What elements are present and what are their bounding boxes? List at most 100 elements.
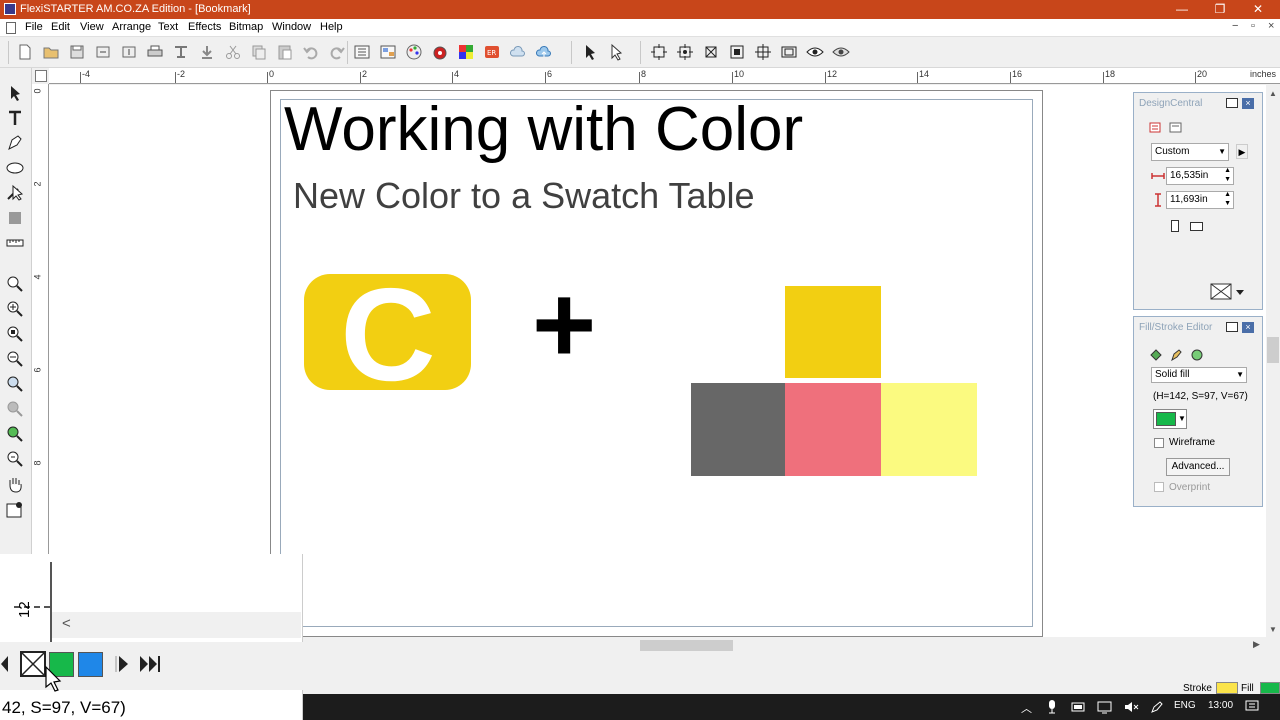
- pen-tool-icon[interactable]: [5, 133, 25, 153]
- zoom-fit-icon[interactable]: [780, 43, 798, 61]
- swatch-gray[interactable]: [691, 383, 785, 476]
- copy-icon[interactable]: [250, 43, 268, 61]
- wireframe-eye-icon[interactable]: [832, 43, 850, 61]
- menu-help[interactable]: Help: [320, 21, 343, 33]
- portrait-icon[interactable]: [1171, 220, 1179, 232]
- blue-color-swatch[interactable]: [78, 652, 103, 677]
- volume-icon[interactable]: [1123, 700, 1139, 714]
- fill-color-indicator[interactable]: [1260, 682, 1280, 694]
- horizontal-scroll-thumb[interactable]: [640, 640, 733, 651]
- zoom-selected-icon[interactable]: [5, 424, 25, 444]
- zoom-media-icon[interactable]: [754, 43, 772, 61]
- clock[interactable]: 13:00: [1208, 700, 1233, 711]
- redo-icon[interactable]: [328, 43, 346, 61]
- swatch-pink[interactable]: [785, 383, 881, 476]
- mdi-close-icon[interactable]: ×: [1268, 20, 1274, 32]
- minimize-button[interactable]: —: [1162, 0, 1202, 19]
- panel-minimize-icon[interactable]: [1226, 322, 1238, 332]
- node-select-icon[interactable]: [607, 43, 625, 61]
- import-icon[interactable]: [94, 43, 112, 61]
- scroll-left-icon[interactable]: <: [62, 615, 71, 632]
- advanced-button[interactable]: Advanced...: [1166, 458, 1230, 476]
- pan-hand-icon[interactable]: [5, 474, 25, 494]
- select-arrow-icon[interactable]: [581, 43, 599, 61]
- menu-window[interactable]: Window: [272, 21, 311, 33]
- overprint-checkbox[interactable]: [1154, 482, 1164, 492]
- paste-icon[interactable]: [276, 43, 294, 61]
- zoom-out-icon[interactable]: [5, 349, 25, 369]
- scroll-up-icon[interactable]: ▲: [1269, 89, 1277, 98]
- pointer-tool-icon[interactable]: [5, 83, 25, 103]
- microphone-icon[interactable]: [1046, 699, 1058, 715]
- ellipse-tool-icon[interactable]: [5, 158, 25, 178]
- zoom-in-icon[interactable]: [5, 299, 25, 319]
- menu-text[interactable]: Text: [158, 21, 178, 33]
- stroke-pen-icon[interactable]: [1169, 348, 1183, 362]
- eyedropper-tool-icon[interactable]: [5, 500, 25, 520]
- swatch-light-yellow[interactable]: [881, 383, 977, 476]
- preset-next-icon[interactable]: ▶: [1236, 144, 1248, 159]
- cloud-icon[interactable]: [509, 43, 527, 61]
- measure-tool-icon[interactable]: [5, 233, 25, 253]
- vertical-scrollbar[interactable]: ▲ ▼: [1266, 85, 1280, 637]
- wireframe-checkbox[interactable]: [1154, 438, 1164, 448]
- cut-contour-icon[interactable]: [172, 43, 190, 61]
- menu-bitmap[interactable]: Bitmap: [229, 21, 263, 33]
- document-setup-icon[interactable]: [1169, 121, 1183, 135]
- pen-input-icon[interactable]: [1149, 700, 1165, 714]
- scroll-down-icon[interactable]: ▼: [1269, 625, 1277, 634]
- fill-color-picker[interactable]: ▼: [1153, 409, 1187, 429]
- width-input[interactable]: 16,535in ▲ ▼: [1166, 167, 1234, 185]
- panel-close-icon[interactable]: ×: [1242, 98, 1254, 109]
- scissors-icon[interactable]: [224, 43, 242, 61]
- page-setup-icon[interactable]: [1149, 121, 1163, 135]
- battery-icon[interactable]: [1071, 700, 1087, 714]
- subheading-text[interactable]: New Color to a Swatch Table: [293, 175, 755, 217]
- text-tool-icon[interactable]: [5, 108, 25, 128]
- ruler-origin[interactable]: [35, 70, 47, 82]
- fill-tool-icon[interactable]: [5, 208, 25, 228]
- mdi-minimize-icon[interactable]: −: [1232, 20, 1238, 32]
- palette-last-icon[interactable]: [138, 654, 164, 674]
- notifications-icon[interactable]: [1245, 700, 1259, 714]
- network-icon[interactable]: [1097, 700, 1113, 714]
- preset-select[interactable]: Custom ▼: [1151, 143, 1229, 161]
- vertical-scroll-thumb[interactable]: [1267, 337, 1279, 363]
- height-input[interactable]: 11,693in ▲ ▼: [1166, 191, 1234, 209]
- effect-icon[interactable]: [1190, 348, 1204, 362]
- menu-arrange[interactable]: Arrange: [112, 21, 151, 33]
- restore-button[interactable]: ❐: [1200, 0, 1240, 19]
- new-document-icon[interactable]: [16, 43, 34, 61]
- c-logo-shape[interactable]: C: [304, 274, 471, 390]
- zoom-box-icon[interactable]: [650, 43, 668, 61]
- palette-scroll-track[interactable]: <: [52, 612, 301, 638]
- zoom-previous-icon[interactable]: [5, 399, 25, 419]
- undo-icon[interactable]: [302, 43, 320, 61]
- plus-sign[interactable]: +: [532, 270, 596, 380]
- none-color-swatch[interactable]: [20, 651, 46, 677]
- menu-file[interactable]: File: [25, 21, 43, 33]
- export-icon[interactable]: [120, 43, 138, 61]
- no-fill-dropdown-icon[interactable]: [1210, 282, 1246, 302]
- menu-view[interactable]: View: [80, 21, 104, 33]
- tray-expand-icon[interactable]: ︿: [1021, 700, 1032, 716]
- zoom-page-icon[interactable]: [676, 43, 694, 61]
- er-icon[interactable]: ER: [483, 43, 501, 61]
- palette-next-icon[interactable]: [113, 654, 133, 674]
- send-icon[interactable]: [198, 43, 216, 61]
- palette-prev-icon[interactable]: [0, 654, 10, 674]
- save-icon[interactable]: [68, 43, 86, 61]
- close-button[interactable]: ✕: [1238, 0, 1278, 19]
- print-icon[interactable]: [146, 43, 164, 61]
- panel-close-icon[interactable]: ×: [1242, 322, 1254, 333]
- landscape-icon[interactable]: [1190, 222, 1203, 231]
- fill-type-select[interactable]: Solid fill ▼: [1151, 367, 1247, 383]
- zoom-selection-icon[interactable]: [702, 43, 720, 61]
- panel-minimize-icon[interactable]: [1226, 98, 1238, 108]
- language-indicator[interactable]: ENG: [1174, 700, 1196, 711]
- fill-bucket-icon[interactable]: [1149, 348, 1163, 362]
- cloud-upload-icon[interactable]: [535, 43, 553, 61]
- spot-color-icon[interactable]: [431, 43, 449, 61]
- zoom-fit-tool-icon[interactable]: [5, 324, 25, 344]
- swatch-table-icon[interactable]: [457, 43, 475, 61]
